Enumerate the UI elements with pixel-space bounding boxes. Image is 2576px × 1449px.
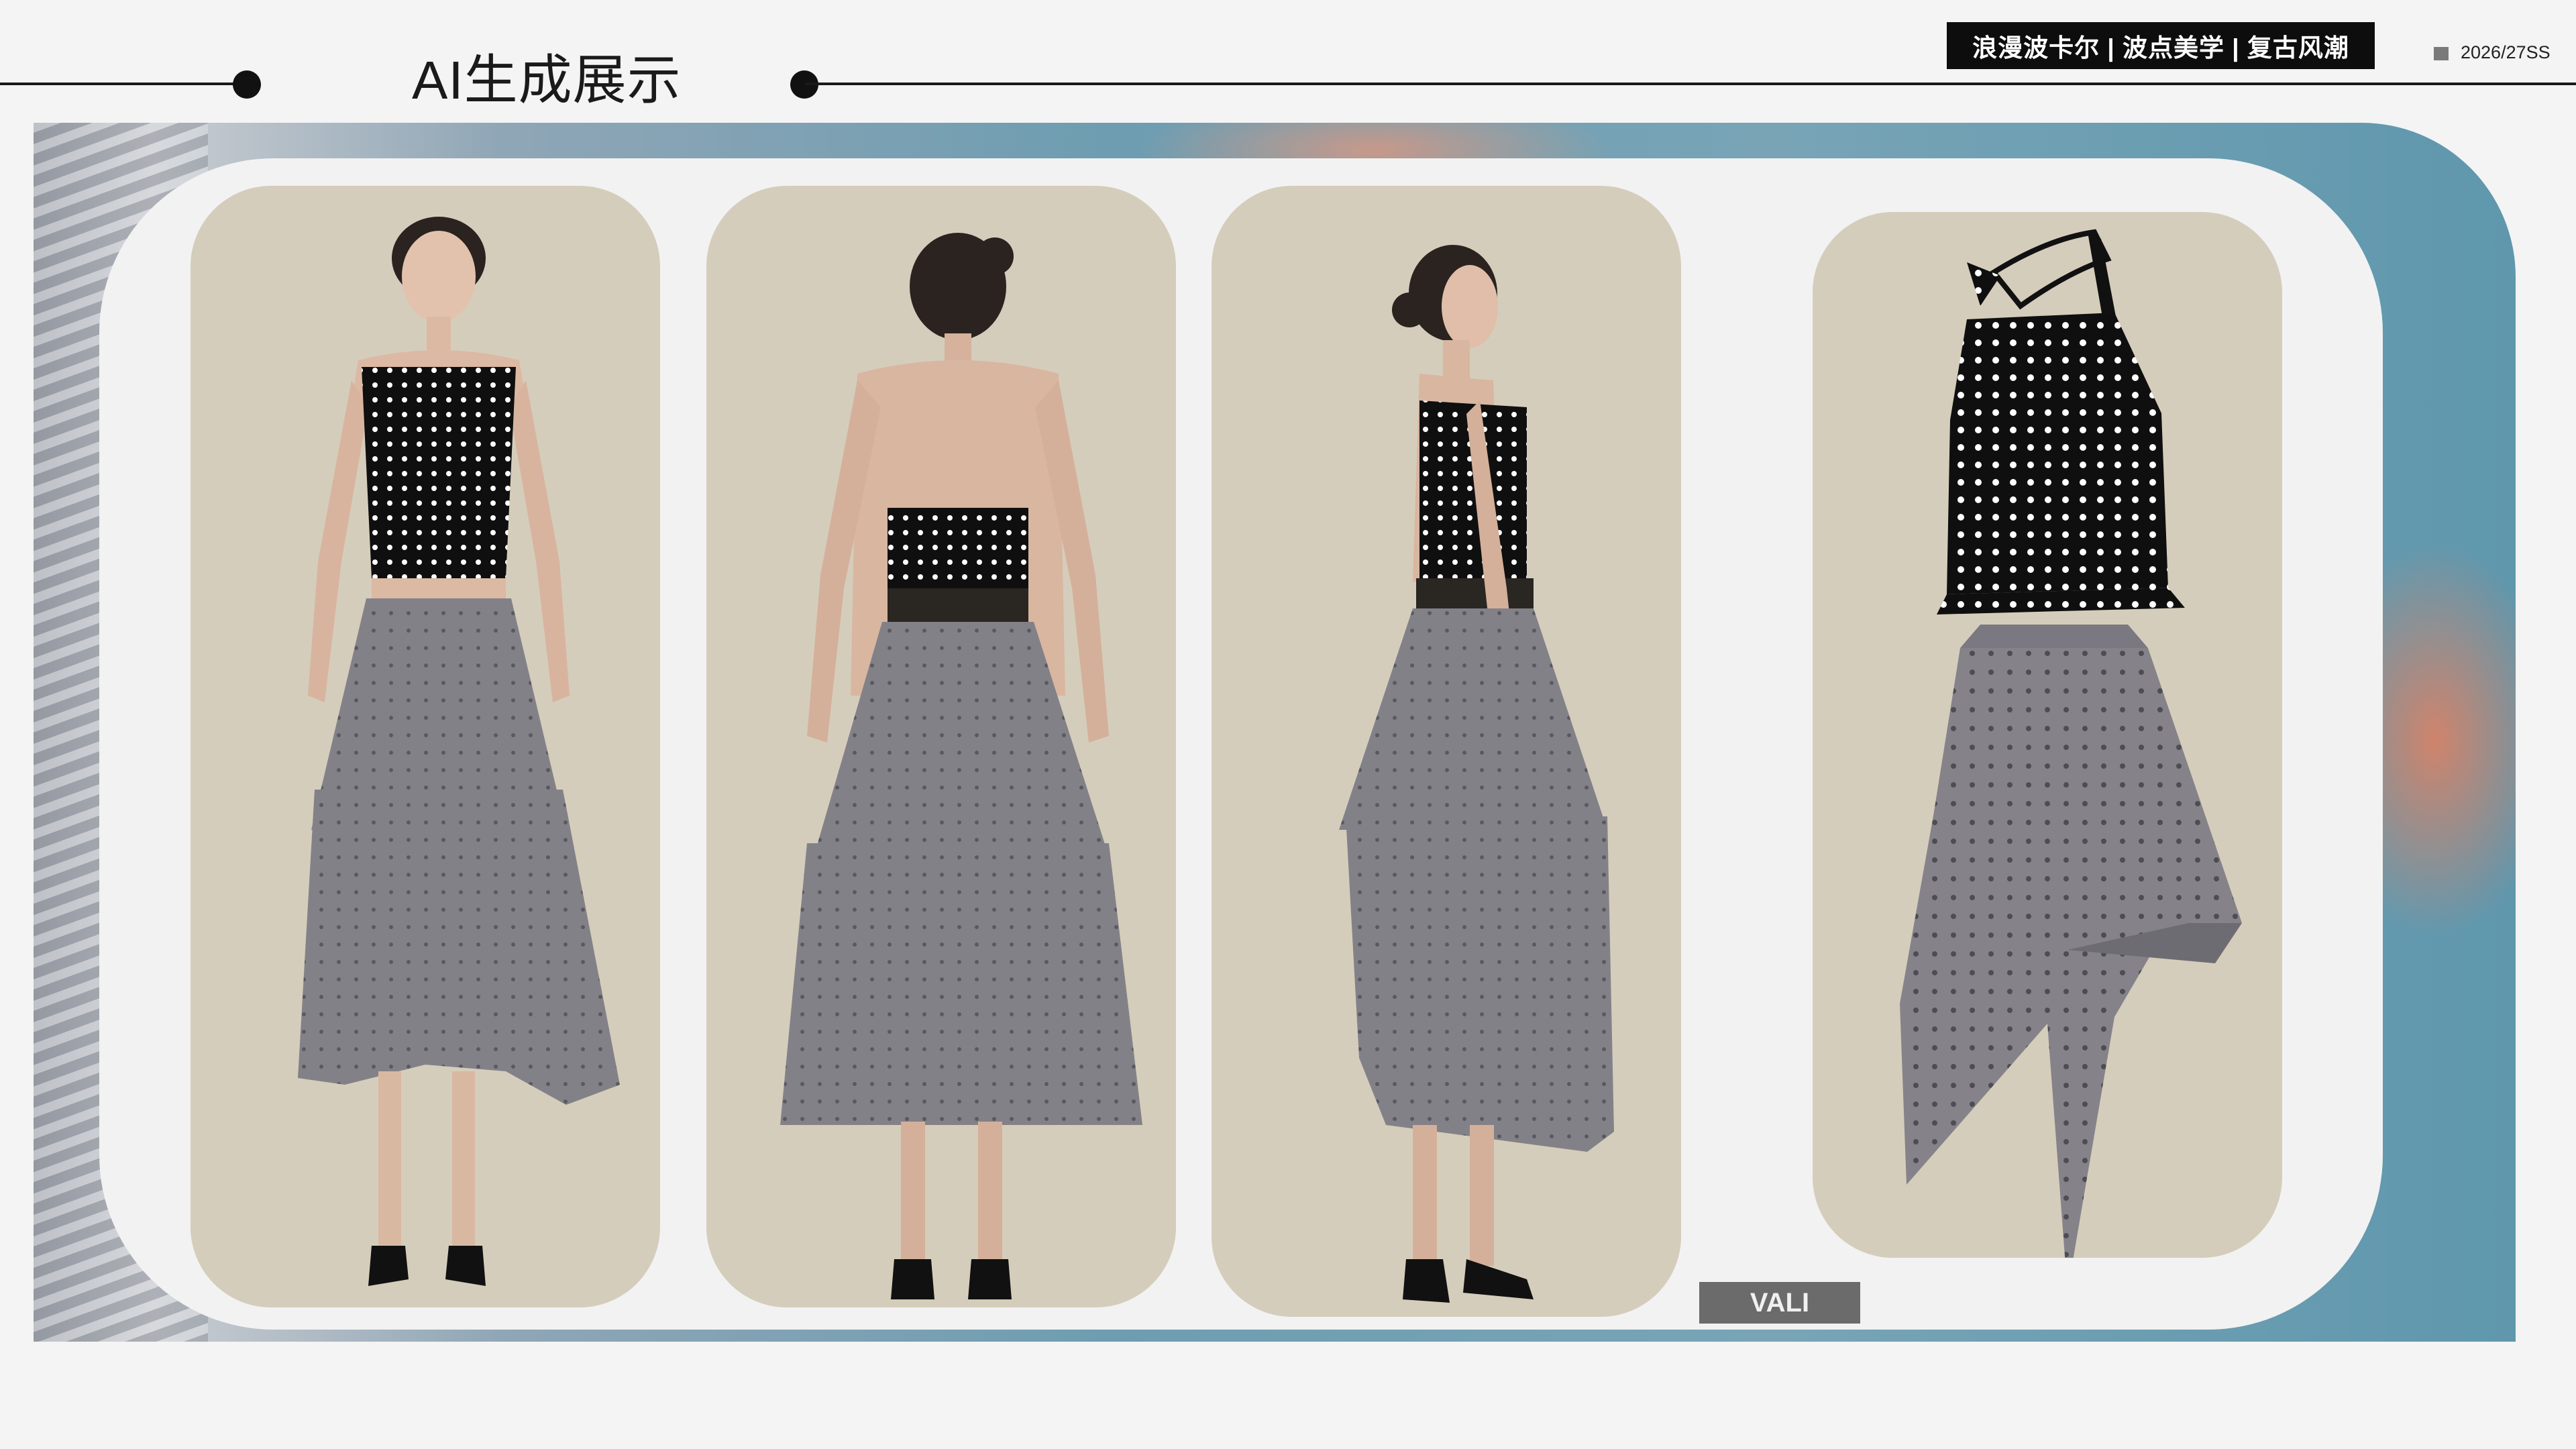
season-label: 2026/27SS	[2461, 42, 2551, 62]
model-back-view	[706, 186, 1176, 1307]
model-back-illustration	[780, 233, 1142, 1299]
timeline-dot-icon	[233, 70, 261, 99]
model-front-view	[191, 186, 660, 1307]
header-rule-left	[0, 83, 245, 85]
season-square-icon	[2434, 47, 2449, 60]
page-title: AI生成展示	[412, 50, 682, 110]
flat-product-view	[1813, 212, 2282, 1258]
flat-product-illustration	[1900, 229, 2242, 1258]
model-side-illustration	[1339, 245, 1614, 1303]
model-front-illustration	[298, 217, 620, 1286]
model-side-view	[1212, 186, 1681, 1317]
brand-label: VALI	[1699, 1282, 1860, 1324]
theme-tagline-badge: 浪漫波卡尔 | 波点美学 | 复古风潮	[1947, 22, 2375, 69]
header-rule-right	[805, 83, 2576, 85]
